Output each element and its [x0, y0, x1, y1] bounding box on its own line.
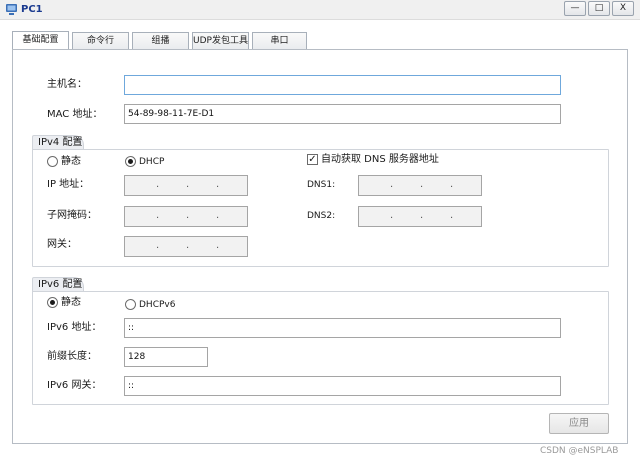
- ipv4-dhcp-radio[interactable]: [125, 156, 136, 167]
- ipv6-static-label: 静态: [61, 297, 81, 308]
- tab-basic-config[interactable]: 基础配置: [12, 31, 69, 51]
- gateway-label: 网关：: [47, 239, 77, 250]
- dns2-input[interactable]: ...: [358, 206, 482, 227]
- ipv4-static-label: 静态: [61, 156, 81, 167]
- dns1-input[interactable]: ...: [358, 175, 482, 196]
- watermark: CSDN @eNSPLAB: [540, 446, 619, 456]
- auto-dns-label: 自动获取 DNS 服务器地址: [321, 154, 439, 165]
- mac-field: 54-89-98-11-7E-D1: [124, 104, 561, 124]
- ipv6-gateway-label: IPv6 网关：: [47, 380, 102, 391]
- ipv6-address-input[interactable]: ::: [124, 318, 561, 338]
- close-button[interactable]: X: [612, 1, 634, 16]
- hostname-input[interactable]: [124, 75, 561, 95]
- apply-button[interactable]: 应用: [549, 413, 609, 434]
- mac-label: MAC 地址：: [47, 109, 103, 120]
- hostname-label: 主机名：: [47, 79, 87, 90]
- ipv6-address-label: IPv6 地址：: [47, 322, 102, 333]
- gateway-input[interactable]: ...: [124, 236, 248, 257]
- ipv4-group-title: IPv4 配置: [32, 135, 84, 150]
- ipv6-group-title: IPv6 配置: [32, 277, 84, 292]
- ipv6-gateway-input[interactable]: ::: [124, 376, 561, 396]
- subnet-mask-input[interactable]: ...: [124, 206, 248, 227]
- minimize-button[interactable]: —: [564, 1, 586, 16]
- dns1-label: DNS1:: [307, 180, 336, 190]
- tab-command-line[interactable]: 命令行: [72, 32, 129, 50]
- ipv4-address-label: IP 地址：: [47, 179, 90, 190]
- ipv4-static-radio[interactable]: [47, 156, 58, 167]
- window-title: PC1: [21, 4, 43, 15]
- ipv6-static-radio[interactable]: [47, 297, 58, 308]
- ipv6-dhcpv6-label: DHCPv6: [139, 300, 176, 310]
- dns2-label: DNS2:: [307, 211, 336, 221]
- tab-udp-tool[interactable]: UDP发包工具: [192, 32, 249, 50]
- tab-multicast[interactable]: 组播: [132, 32, 189, 50]
- pc-icon: [6, 4, 17, 15]
- ipv4-group: [32, 149, 609, 267]
- maximize-button[interactable]: □: [588, 1, 610, 16]
- ipv4-address-input[interactable]: ...: [124, 175, 248, 196]
- prefix-length-label: 前缀长度：: [47, 351, 97, 362]
- auto-dns-checkbox[interactable]: ✓: [307, 154, 318, 165]
- ipv6-dhcpv6-radio[interactable]: [125, 299, 136, 310]
- subnet-mask-label: 子网掩码：: [47, 210, 97, 221]
- prefix-length-input[interactable]: 128: [124, 347, 208, 367]
- ipv4-dhcp-label: DHCP: [139, 157, 165, 167]
- tab-serial[interactable]: 串口: [252, 32, 307, 50]
- title-bar: PC1 — □ X: [0, 0, 640, 20]
